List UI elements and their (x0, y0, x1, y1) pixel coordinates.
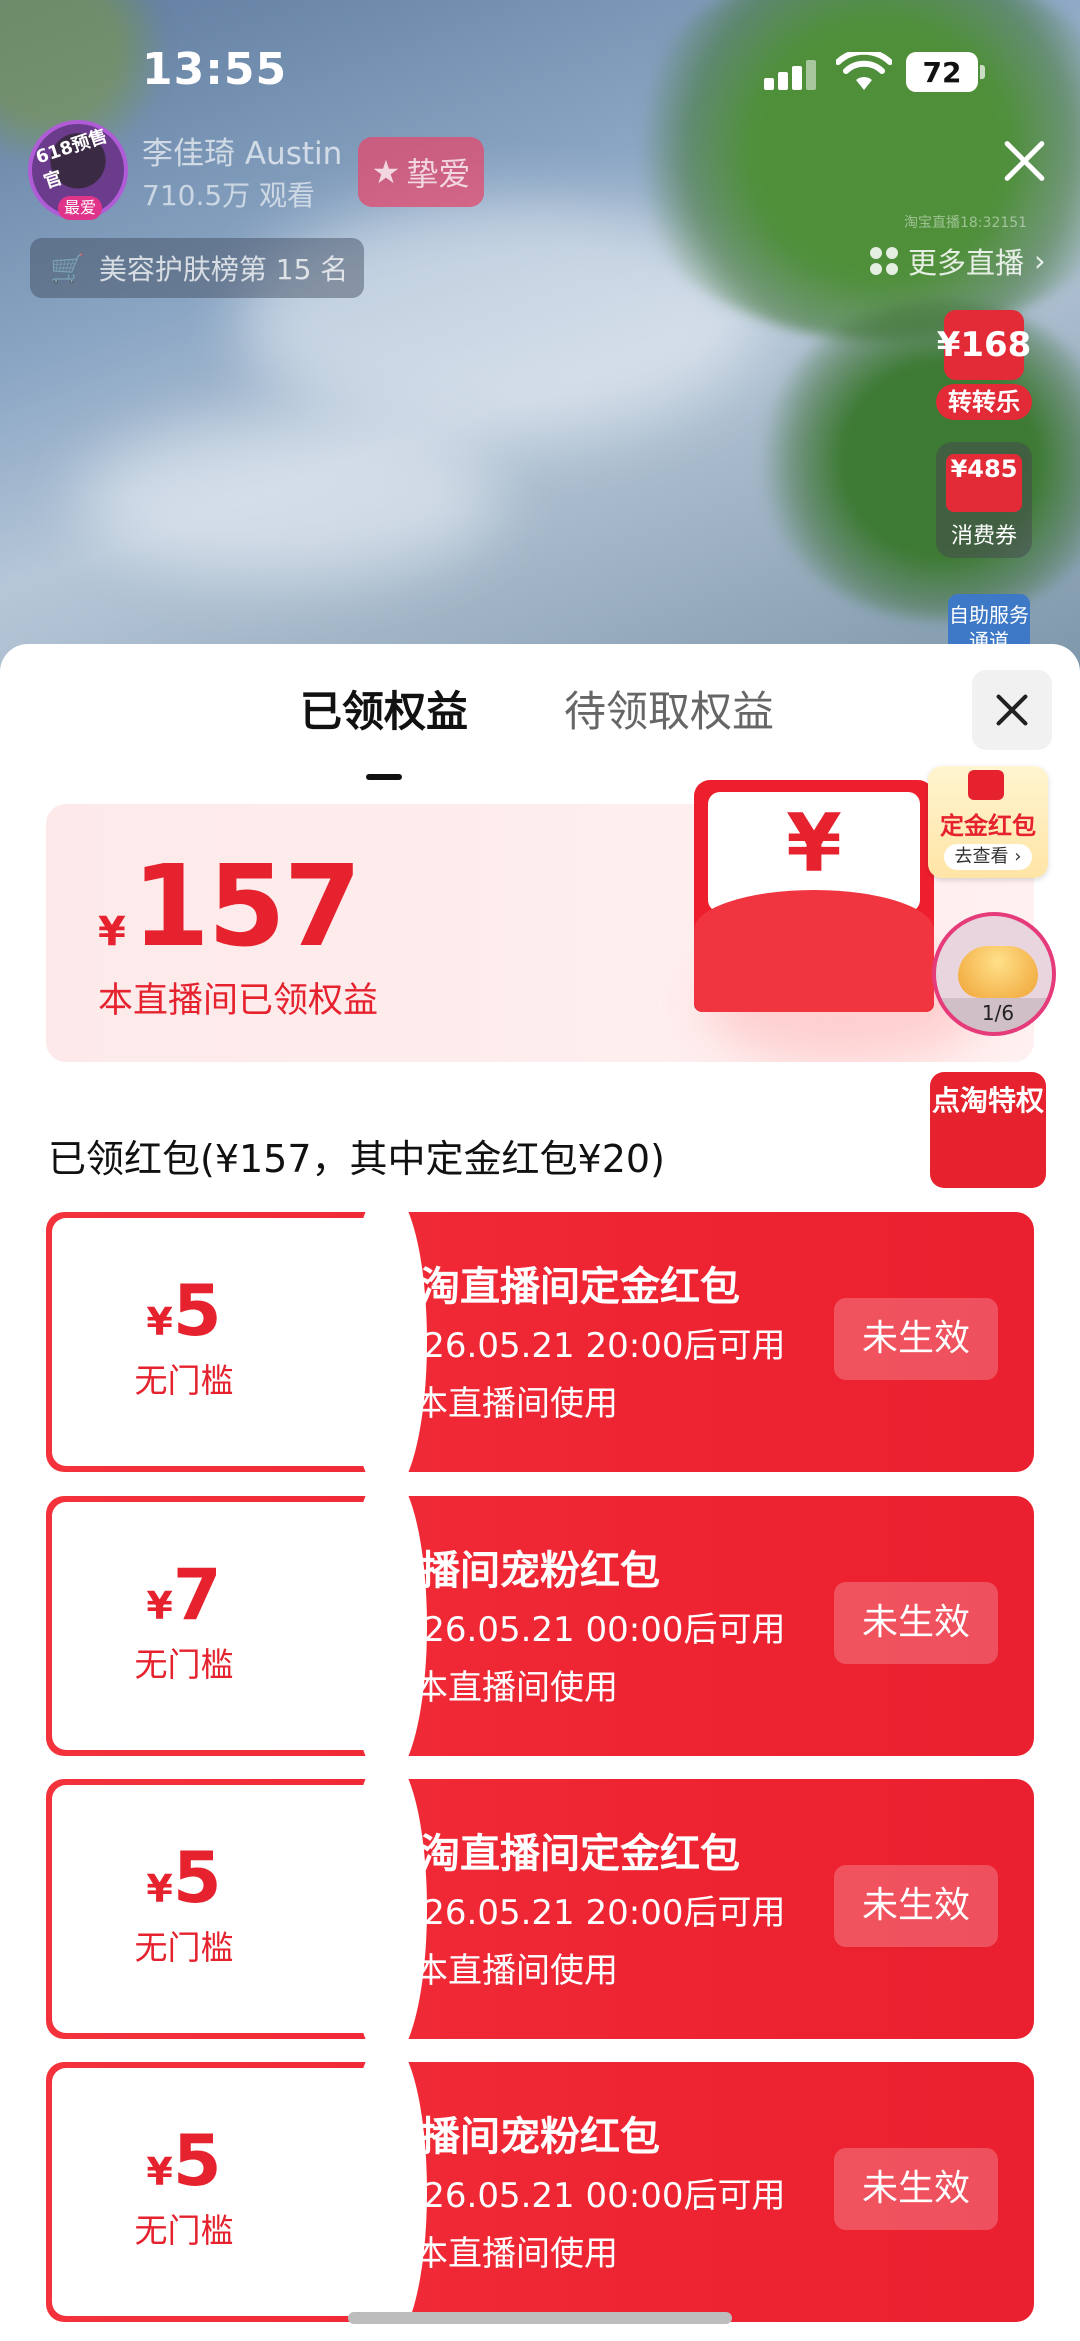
coupon-amount: ¥7 (46, 1554, 322, 1636)
gold-ingot-icon (958, 946, 1038, 998)
follow-label: 挚爱 (406, 155, 471, 193)
total-value: 157 (131, 842, 362, 972)
cellular-signal-icon (764, 58, 820, 90)
close-live-icon[interactable] (994, 130, 1054, 190)
coupon-title: 直播间宠粉红包 (380, 1548, 660, 1594)
grid-dots-icon (870, 247, 898, 275)
deposit-label: 定金红包 (940, 812, 1036, 840)
coupon-condition: 无门槛 (134, 1361, 234, 1400)
coupon-time: 2026.05.21 20:00后可用 (380, 1326, 786, 1366)
coupon-currency: ¥ (146, 2150, 173, 2194)
zhuanzhuanle-widget[interactable]: ¥168 转转乐 (936, 310, 1032, 422)
chevron-right-icon: › (1034, 244, 1046, 278)
follow-button[interactable]: ★ 挚爱 (358, 137, 484, 207)
coupon-currency: ¥ (146, 1867, 173, 1911)
more-live-label: 更多直播 (908, 246, 1025, 280)
privilege-widget[interactable]: 点淘特权 (930, 1072, 1046, 1188)
tab-indicator (366, 774, 402, 780)
rank-label: 美容护肤榜第 15 名 (98, 253, 349, 286)
coupon-condition: 无门槛 (134, 1645, 234, 1684)
coupon-status-badge: 未生效 (834, 1865, 998, 1947)
voucher-label: 消费券 (950, 524, 1017, 549)
watermark: 淘宝直播18:32151 (904, 215, 1028, 231)
benefits-sheet: 已领权益 待领取权益 ¥ 157 本直播间已领权益 ¥ 已领红包(¥157，其中… (0, 644, 1080, 2341)
avatar-badge-top: 618预售官 (33, 125, 110, 194)
streamer-avatar[interactable]: 618预售官 最爱 (28, 120, 128, 220)
more-live-button[interactable]: 更多直播 › (870, 240, 1046, 282)
streamer-name: 李佳琦 Austin (142, 136, 343, 172)
coupon-condition: 无门槛 (134, 2211, 234, 2250)
coupon-title: 直播间宠粉红包 (380, 2114, 660, 2160)
coupon-amount: ¥5 (46, 1837, 322, 1919)
coupon-value: 7 (172, 1554, 222, 1636)
zzl-price: ¥168 (937, 310, 1031, 380)
star-icon: ★ (371, 153, 401, 191)
coupon-scope: 限本直播间使用 (380, 1384, 618, 1424)
coupon-currency: ¥ (146, 1300, 173, 1344)
coupon-scope: 限本直播间使用 (380, 1668, 618, 1708)
deposit-action: 去查看 › (944, 844, 1032, 870)
status-time: 13:55 (142, 44, 288, 95)
coupon-condition: 无门槛 (134, 1928, 234, 1967)
coupon-value: 5 (172, 2120, 222, 2202)
coupon-card[interactable]: ¥7 无门槛 直播间宠粉红包 2026.05.21 00:00后可用 限本直播间… (46, 1496, 1034, 1756)
coupon-card[interactable]: ¥5 无门槛 直播间宠粉红包 2026.05.21 00:00后可用 限本直播间… (46, 2062, 1034, 2322)
coupon-title: 点淘直播间定金红包 (380, 1831, 740, 1877)
coupon-amount: ¥5 (46, 2120, 322, 2202)
coupon-currency: ¥ (146, 1584, 173, 1628)
sheet-close-icon[interactable] (972, 670, 1052, 750)
red-envelope-icon: ¥ (694, 780, 934, 1012)
coupon-amount: ¥5 (46, 1270, 322, 1352)
coupon-scope: 限本直播间使用 (380, 2234, 618, 2274)
gold-count: 1/6 (936, 998, 1052, 1032)
coupon-time: 2026.05.21 20:00后可用 (380, 1893, 786, 1933)
avatar-badge-bottom: 最爱 (58, 196, 103, 220)
cart-icon: 🛒 (50, 251, 85, 285)
zzl-label: 转转乐 (936, 384, 1032, 420)
coupon-card[interactable]: ¥5 无门槛 点淘直播间定金红包 2026.05.21 20:00后可用 限本直… (46, 1779, 1034, 2039)
tab-claimed[interactable]: 已领权益 (300, 678, 468, 739)
coupon-card[interactable]: ¥5 无门槛 点淘直播间定金红包 2026.05.21 20:00后可用 限本直… (46, 1212, 1034, 1472)
coupon-status-badge: 未生效 (834, 1582, 998, 1664)
wifi-icon (836, 52, 892, 90)
coupon-scope: 限本直播间使用 (380, 1951, 618, 1991)
red-envelope-small-icon (968, 770, 1004, 800)
voucher-price: ¥485 (946, 454, 1022, 512)
coupon-time: 2026.05.21 00:00后可用 (380, 2176, 786, 2216)
tab-pending[interactable]: 待领取权益 (564, 678, 774, 739)
battery-indicator: 72 (906, 52, 985, 92)
tab-bar: 已领权益 待领取权益 (0, 678, 1080, 780)
coupon-title: 点淘直播间定金红包 (380, 1264, 740, 1310)
coupon-status-badge: 未生效 (834, 1298, 998, 1380)
envelope-yen: ¥ (786, 797, 842, 890)
home-indicator (348, 2312, 732, 2324)
rank-pill[interactable]: 🛒 美容护肤榜第 15 名 (30, 238, 364, 298)
deposit-envelope-widget[interactable]: 定金红包 去查看 › (928, 766, 1048, 878)
streamer-view-count: 710.5万 观看 (142, 179, 316, 212)
coupon-value: 5 (172, 1270, 222, 1352)
gold-ingot-widget[interactable]: 1/6 (932, 912, 1056, 1036)
total-currency: ¥ (98, 909, 126, 955)
coupon-status-badge: 未生效 (834, 2148, 998, 2230)
coupon-time: 2026.05.21 00:00后可用 (380, 1610, 786, 1650)
status-bar: 13:55 72 (0, 0, 1080, 140)
voucher-widget[interactable]: ¥485 消费券 (936, 442, 1032, 558)
total-amount: ¥ 157 (98, 842, 362, 972)
total-description: 本直播间已领权益 (98, 981, 379, 1021)
section-title: 已领红包(¥157，其中定金红包¥20) (48, 1137, 665, 1181)
coupon-value: 5 (172, 1837, 222, 1919)
